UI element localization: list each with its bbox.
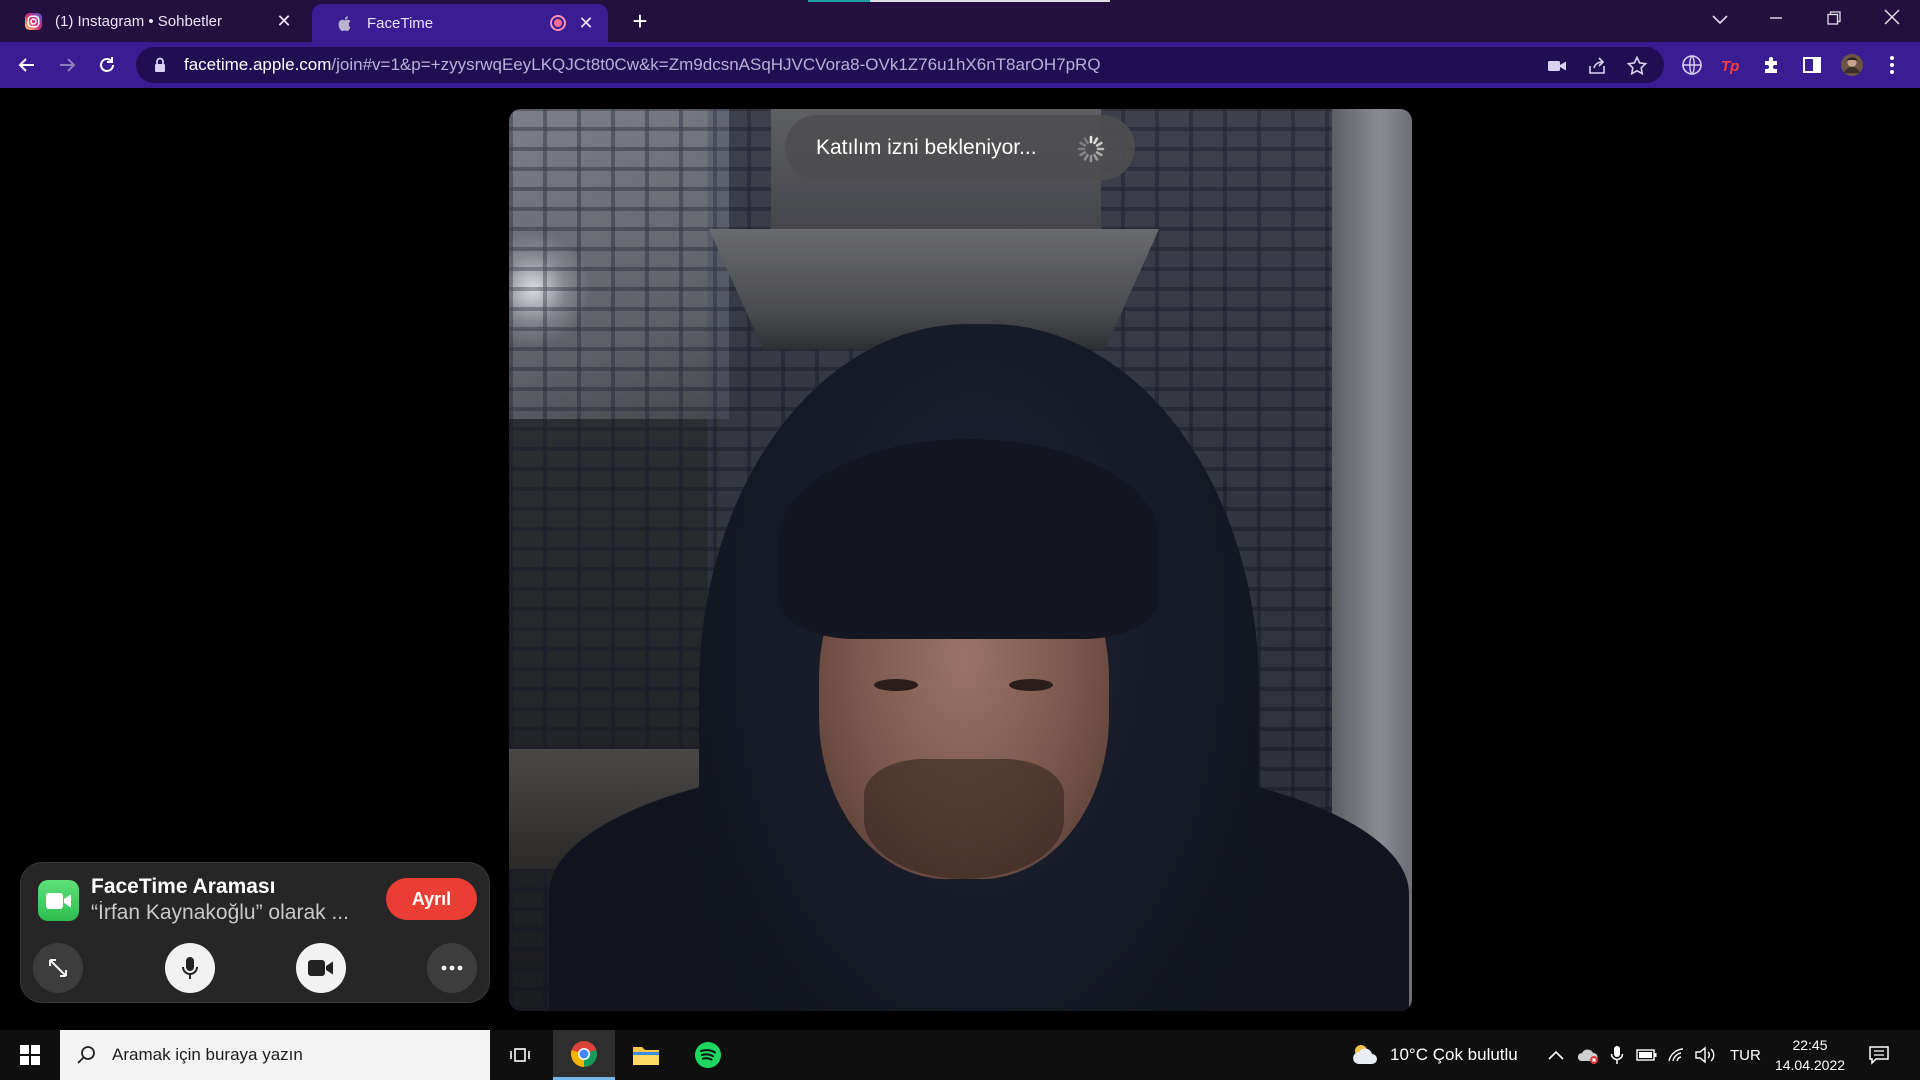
close-window-icon[interactable] (1864, 0, 1920, 38)
video-person-eye-right (1009, 679, 1053, 691)
camera-button[interactable] (296, 943, 346, 993)
taskbar-clock[interactable]: 22:45 14.04.2022 (1762, 1035, 1858, 1075)
recording-indicator-icon (550, 15, 566, 31)
taskbar-file-explorer[interactable] (615, 1030, 677, 1080)
globe-extension-icon[interactable] (1680, 53, 1704, 77)
facetime-app-icon (38, 880, 79, 921)
start-button[interactable] (0, 1030, 60, 1080)
instagram-icon (24, 12, 43, 30)
volume-tray[interactable] (1694, 1030, 1716, 1080)
close-tab-icon[interactable]: ✕ (576, 13, 596, 34)
battery-icon (1636, 1049, 1657, 1061)
video-person-beard (864, 759, 1064, 879)
url-host: facetime.apple.com (184, 55, 332, 74)
back-icon[interactable] (10, 48, 44, 82)
close-tab-icon[interactable]: ✕ (274, 11, 294, 32)
chrome-icon (571, 1040, 597, 1067)
restore-icon[interactable] (1806, 0, 1862, 38)
browser-tabstrip: (1) Instagram • Sohbetler ✕ FaceTime ✕ + (0, 0, 1920, 42)
new-tab-button[interactable]: + (624, 6, 656, 38)
taskbar-spotify[interactable] (677, 1030, 739, 1080)
waiting-status-pill: Katılım izni bekleniyor... (785, 115, 1135, 180)
search-placeholder: Aramak için buraya yazın (112, 1045, 303, 1064)
video-person-eye-left (874, 679, 918, 691)
microphone-icon (182, 957, 198, 979)
browser-menu-icon[interactable] (1880, 53, 1904, 77)
clock-time: 22:45 (1792, 1037, 1828, 1053)
ellipsis-icon (441, 965, 463, 971)
address-bar[interactable]: facetime.apple.com/join#v=1&p=+zyysrwqEe… (136, 47, 1664, 83)
expand-arrows-icon (49, 959, 67, 977)
browser-toolbar: facetime.apple.com/join#v=1&p=+zyysrwqEe… (0, 42, 1920, 88)
cloud-error-icon (1577, 1049, 1598, 1064)
facetime-call-panel: FaceTime Araması “İrfan Kaynakoğlu” olar… (20, 862, 490, 1003)
extensions-puzzle-icon[interactable] (1760, 53, 1784, 77)
action-center-button[interactable] (1868, 1030, 1890, 1080)
call-title: FaceTime Araması (91, 875, 276, 898)
bookmark-star-icon[interactable] (1626, 55, 1648, 77)
task-view-icon (510, 1048, 530, 1062)
video-person-hair (779, 439, 1159, 639)
profile-avatar[interactable] (1840, 53, 1864, 77)
folder-icon (633, 1047, 659, 1065)
self-view-video (509, 109, 1412, 1011)
taskbar-chrome[interactable] (553, 1030, 615, 1080)
spotify-icon (695, 1042, 721, 1068)
clock-date: 14.04.2022 (1774, 1057, 1846, 1073)
expand-button[interactable] (33, 943, 83, 993)
show-hidden-icons-button[interactable] (1548, 1030, 1564, 1080)
reload-icon[interactable] (90, 48, 124, 82)
side-panel-icon[interactable] (1800, 53, 1824, 77)
battery-tray[interactable] (1636, 1030, 1658, 1080)
chevron-up-icon (1548, 1050, 1564, 1060)
notification-icon (1869, 1046, 1889, 1065)
onedrive-tray[interactable] (1576, 1030, 1600, 1080)
speaker-icon (1695, 1046, 1715, 1064)
weather-text: 10°C Çok bulutlu (1390, 1045, 1518, 1064)
waiting-status-text: Katılım izni bekleniyor... (816, 135, 1037, 159)
camera-in-use-icon[interactable] (1546, 55, 1568, 77)
microphone-button[interactable] (165, 943, 215, 993)
leave-call-button[interactable]: Ayrıl (386, 878, 477, 920)
tab-drag-indicator (808, 0, 1110, 2)
url-text: facetime.apple.com/join#v=1&p=+zyysrwqEe… (184, 55, 1101, 75)
taskbar-search-box[interactable]: Aramak için buraya yazın (60, 1030, 490, 1080)
url-path: /join#v=1&p=+zyysrwqEeyLKQJCt8t0Cw&k=Zm9… (331, 55, 1101, 74)
windows-taskbar: Aramak için buraya yazın 10°C Çok bulutl… (0, 1030, 1920, 1080)
share-icon[interactable] (1586, 55, 1608, 77)
microphone-tray-icon (1610, 1046, 1624, 1064)
more-options-button[interactable] (427, 943, 477, 993)
forward-icon[interactable] (50, 48, 84, 82)
loading-spinner-icon (1077, 135, 1105, 163)
tab-title: (1) Instagram • Sohbetler (55, 12, 222, 30)
task-view-button[interactable] (490, 1030, 552, 1080)
input-language[interactable]: TUR (1730, 1030, 1761, 1080)
tab-search-icon[interactable] (1692, 0, 1748, 38)
microphone-tray[interactable] (1610, 1030, 1624, 1080)
video-camera-icon (308, 960, 333, 976)
wifi-icon (1668, 1048, 1684, 1062)
minimize-icon[interactable] (1748, 0, 1804, 38)
tab-title: FaceTime (367, 14, 434, 32)
tab-facetime[interactable]: FaceTime ✕ (312, 4, 608, 42)
tp-extension-icon[interactable]: Tp (1720, 53, 1744, 77)
wifi-tray[interactable] (1667, 1030, 1687, 1080)
lock-icon[interactable] (150, 55, 170, 75)
weather-widget[interactable]: 10°C Çok bulutlu (1350, 1030, 1518, 1080)
svg-text:Tp: Tp (1721, 58, 1739, 75)
windows-logo-icon (20, 1045, 40, 1065)
search-icon (77, 1046, 95, 1064)
cloudy-weather-icon (1353, 1045, 1377, 1064)
call-subtitle: “İrfan Kaynakoğlu” olarak ... (91, 901, 349, 924)
tab-instagram[interactable]: (1) Instagram • Sohbetler ✕ (0, 0, 306, 42)
apple-icon (338, 15, 351, 31)
